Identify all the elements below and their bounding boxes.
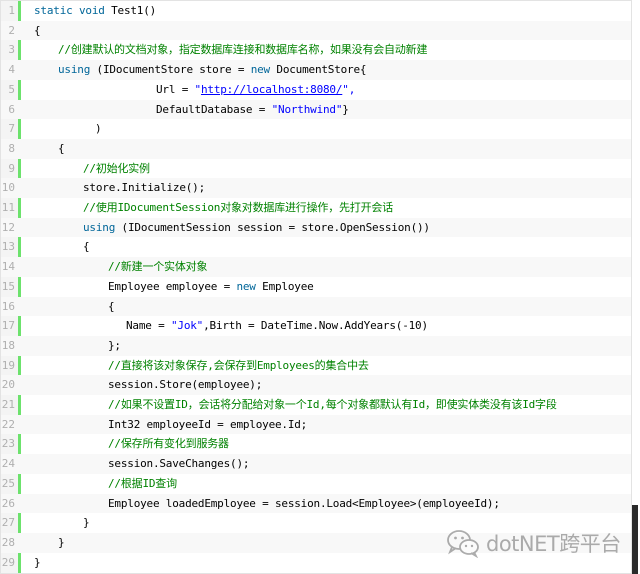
code-text: Int32 employeeId = employee.Id;	[108, 417, 308, 431]
line-number: 5	[8, 82, 15, 96]
code-comment: //创建默认的文档对象，指定数据库连接和数据库名称，如果没有会自动新建	[58, 43, 428, 57]
line-number: 16	[1, 299, 15, 313]
line-number: 3	[8, 43, 15, 57]
string-literal: "Jok"	[170, 319, 204, 333]
wechat-icon	[447, 530, 479, 558]
code-text: {	[108, 299, 115, 313]
code-line: 2 {	[1, 20, 631, 41]
code-text: store.Initialize();	[83, 181, 206, 195]
url-link[interactable]: http://localhost:8080/	[201, 83, 342, 96]
line-number: 8	[8, 141, 15, 155]
code-comment: //根据ID查询	[108, 476, 177, 490]
code-viewer: 1 static void Test1() 2 { 3 //创建默认的文档对象，…	[0, 0, 632, 574]
line-number: 15	[1, 279, 15, 293]
keyword: void	[78, 4, 105, 17]
line-number: 26	[1, 496, 15, 510]
line-number: 18	[1, 338, 15, 352]
code-line: 5 Url = "http://localhost:8080/",	[1, 80, 631, 100]
code-text: static void Test1()	[34, 4, 157, 17]
code-line: 3 //创建默认的文档对象，指定数据库连接和数据库名称，如果没有会自动新建	[1, 40, 631, 60]
line-number: 11	[1, 201, 15, 214]
string-literal: "Northwind"	[271, 102, 343, 116]
code-line: 9 //初始化实例	[1, 159, 631, 179]
keyword: using	[58, 63, 91, 77]
code-text: };	[108, 338, 121, 352]
code-text: {	[58, 141, 65, 155]
watermark-text: dotNET跨平台	[486, 532, 621, 556]
code-comment: //新建一个实体对象	[108, 260, 208, 274]
code-line: 14 //新建一个实体对象	[1, 257, 631, 277]
code-line: 11 //使用IDocumentSession对象对数据库进行操作，先打开会话	[1, 198, 631, 218]
code-line: 12 using (IDocumentSession session = sto…	[1, 217, 631, 238]
code-text: Employee employee = new Employee	[108, 279, 314, 293]
code-line: 6 DefaultDatabase = "Northwind"}	[1, 99, 631, 120]
code-line: 15 Employee employee = new Employee	[1, 277, 631, 297]
code-line: 19 //直接将该对象保存,会保存到Employees的集合中去	[1, 356, 631, 376]
line-number: 20	[1, 378, 15, 392]
line-number: 13	[1, 240, 15, 254]
code-line: 7 )	[1, 119, 631, 139]
code-comment: //初始化实例	[83, 161, 150, 175]
code-text: Url = "http://localhost:8080/",	[156, 82, 356, 96]
line-number: 29	[1, 555, 15, 569]
code-line: 17 Name = "Jok",Birth = DateTime.Now.Add…	[1, 316, 631, 336]
code-line: 22 Int32 employeeId = employee.Id;	[1, 414, 631, 435]
code-line: 13 {	[1, 237, 631, 257]
code-line: 26 Employee loadedEmployee = session.Loa…	[1, 493, 631, 514]
line-number: 21	[1, 398, 15, 411]
line-number: 1	[8, 4, 15, 17]
code-text: {	[83, 240, 90, 254]
line-number: 25	[1, 476, 15, 490]
code-comment: //使用IDocumentSession对象对数据库进行操作，先打开会话	[83, 201, 394, 214]
code-text: DefaultDatabase = "Northwind"}	[156, 102, 349, 116]
code-text: using (IDocumentSession session = store.…	[83, 220, 430, 234]
line-number: 14	[1, 260, 15, 274]
line-number: 12	[1, 220, 15, 234]
code-line: 8 {	[1, 138, 631, 159]
code-line: 18 };	[1, 335, 631, 356]
code-line: 21 //如果不设置ID，会话将分配给对象一个Id,每个对象都默认有Id，即使实…	[1, 395, 631, 415]
code-comment: //直接将该对象保存,会保存到Employees的集合中去	[108, 358, 369, 372]
keyword: static	[34, 4, 73, 17]
scrollbar[interactable]	[632, 505, 638, 574]
code-line: 24 session.SaveChanges();	[1, 454, 631, 474]
code-text: }	[83, 516, 90, 530]
line-number: 22	[1, 417, 15, 431]
code-text: Employee loadedEmployee = session.Load<E…	[108, 496, 500, 510]
line-number: 4	[8, 63, 15, 77]
keyword: using	[83, 220, 116, 234]
line-number: 9	[8, 161, 15, 175]
code-text: }	[58, 535, 65, 549]
code-line: 1 static void Test1()	[1, 1, 631, 21]
line-number: 28	[1, 535, 15, 549]
code-text: session.SaveChanges();	[108, 457, 250, 471]
keyword: new	[236, 279, 256, 293]
line-number: 19	[1, 358, 15, 372]
line-number: 6	[8, 102, 15, 116]
code-text: }	[34, 555, 41, 569]
line-number: 23	[1, 437, 15, 451]
code-line: 20 session.Store(employee);	[1, 375, 631, 395]
code-text: )	[95, 122, 102, 136]
code-line: 25 //根据ID查询	[1, 474, 631, 494]
code-text: using (IDocumentStore store = new Docume…	[58, 63, 367, 77]
code-line: 4 using (IDocumentStore store = new Docu…	[1, 60, 631, 80]
line-number: 24	[1, 457, 15, 471]
code-text: {	[34, 23, 41, 37]
code-line: 10 store.Initialize();	[1, 178, 631, 198]
line-number: 27	[1, 516, 15, 530]
watermark: dotNET跨平台	[446, 523, 621, 563]
code-comment: //保存所有变化到服务器	[108, 437, 229, 451]
code-text: Name = "Jok",Birth = DateTime.Now.AddYea…	[126, 319, 428, 333]
keyword: new	[250, 63, 270, 77]
line-number: 2	[8, 23, 15, 37]
code-line: 23 //保存所有变化到服务器	[1, 434, 631, 454]
line-number: 7	[8, 122, 15, 136]
code-text: session.Store(employee);	[108, 378, 263, 392]
code-comment: //如果不设置ID，会话将分配给对象一个Id,每个对象都默认有Id，即使实体类没…	[108, 398, 557, 411]
line-number: 10	[1, 181, 15, 195]
code-line: 16 {	[1, 296, 631, 317]
line-number: 17	[1, 319, 15, 333]
